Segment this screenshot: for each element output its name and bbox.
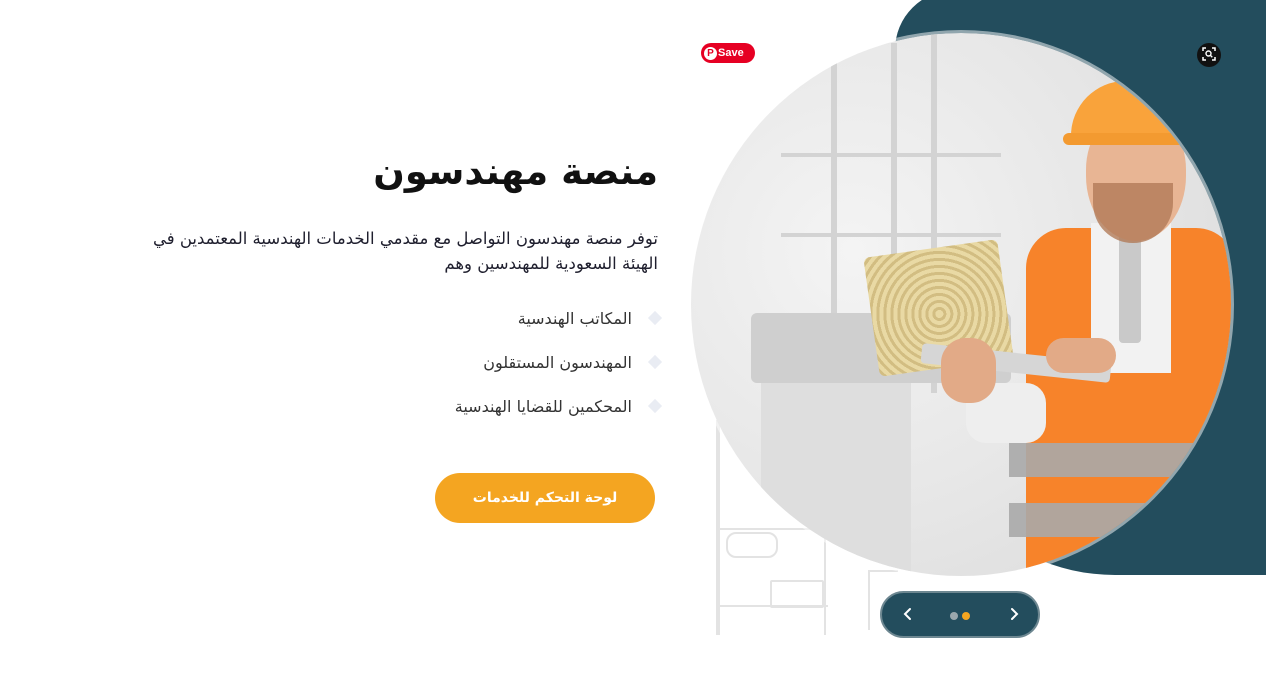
visual-search-button[interactable] — [1197, 43, 1221, 67]
list-item: المحكمين للقضايا الهندسية — [454, 384, 663, 428]
pinterest-icon: P — [704, 46, 717, 60]
features-list: المكاتب الهندسية المهندسون المستقلون الم… — [454, 296, 663, 428]
feature-label: المهندسون المستقلون — [483, 352, 632, 372]
page-title: منصة مهندسون — [373, 150, 658, 193]
diamond-bullet-icon — [647, 310, 663, 326]
feature-label: المكاتب الهندسية — [517, 308, 632, 328]
pinterest-save-button[interactable]: P Save — [701, 43, 755, 63]
visual-search-icon — [1202, 46, 1216, 65]
slider-dot-2-active[interactable] — [962, 612, 970, 620]
chevron-right-icon — [1011, 608, 1019, 620]
list-item: المكاتب الهندسية — [455, 296, 663, 340]
diamond-bullet-icon — [647, 354, 663, 370]
hero-description: توفر منصة مهندسون التواصل مع مقدمي الخدم… — [152, 229, 658, 273]
diamond-bullet-icon — [647, 398, 663, 414]
slider-prev-button[interactable] — [898, 604, 918, 624]
chevron-left-icon — [903, 608, 911, 620]
slider-next-button[interactable] — [1004, 604, 1024, 624]
feature-label: المحكمين للقضايا الهندسية — [454, 396, 632, 416]
services-dashboard-button[interactable]: لوحة التحكم للخدمات — [435, 473, 655, 523]
slider-navigation — [880, 591, 1040, 638]
list-item: المهندسون المستقلون — [455, 340, 663, 384]
slider-dot-1[interactable] — [950, 612, 958, 620]
hero-photo-engineer — [691, 33, 1231, 576]
save-label: Save — [718, 47, 744, 59]
